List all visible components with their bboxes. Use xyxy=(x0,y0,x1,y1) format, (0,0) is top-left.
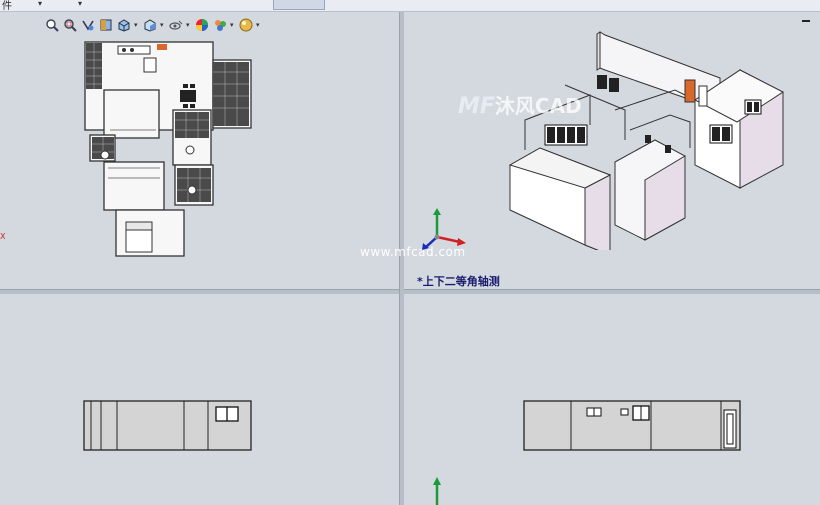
menu-bar: 件 ▾ ▾ xyxy=(0,0,820,12)
watermark-logo: MF沐风CAD xyxy=(458,94,582,119)
view-orientation-icon[interactable] xyxy=(116,17,132,33)
minimize-viewport-button[interactable] xyxy=(802,20,810,22)
heads-up-view-toolbar: ▾ ▾ ▾ ▾ ▾ xyxy=(44,15,262,35)
edit-appearance-icon[interactable] xyxy=(194,17,210,33)
hide-show-icon[interactable] xyxy=(168,17,184,33)
apply-scene-icon[interactable] xyxy=(212,17,228,33)
axis-triad-icon xyxy=(422,208,466,250)
chevron-down-icon[interactable]: ▾ xyxy=(134,21,140,29)
viewport-front[interactable] xyxy=(0,293,399,505)
zoom-area-icon[interactable] xyxy=(62,17,78,33)
menu-item-file[interactable]: 件 xyxy=(2,0,12,12)
axis-x-label: X xyxy=(0,232,6,241)
viewport-right[interactable] xyxy=(403,293,820,505)
chevron-down-icon[interactable]: ▾ xyxy=(78,0,82,8)
view-settings-icon[interactable] xyxy=(238,17,254,33)
horizontal-splitter[interactable] xyxy=(0,289,820,294)
axis-triad-icon xyxy=(433,477,441,505)
chevron-down-icon[interactable]: ▾ xyxy=(256,21,262,29)
top-view-floor-plan xyxy=(84,41,252,257)
chevron-down-icon[interactable]: ▾ xyxy=(160,21,166,29)
section-view-icon[interactable] xyxy=(98,17,114,33)
front-view-elevation xyxy=(83,400,252,451)
chevron-down-icon[interactable]: ▾ xyxy=(186,21,192,29)
view-orientation-label: *上下二等角轴测 xyxy=(417,275,500,288)
chevron-down-icon[interactable]: ▾ xyxy=(230,21,236,29)
isometric-model xyxy=(508,31,784,250)
chevron-down-icon[interactable]: ▾ xyxy=(38,0,42,8)
active-tab[interactable] xyxy=(273,0,325,10)
zoom-to-fit-icon[interactable] xyxy=(44,17,60,33)
display-style-icon[interactable] xyxy=(142,17,158,33)
previous-view-icon[interactable] xyxy=(80,17,96,33)
right-view-elevation xyxy=(523,400,741,451)
